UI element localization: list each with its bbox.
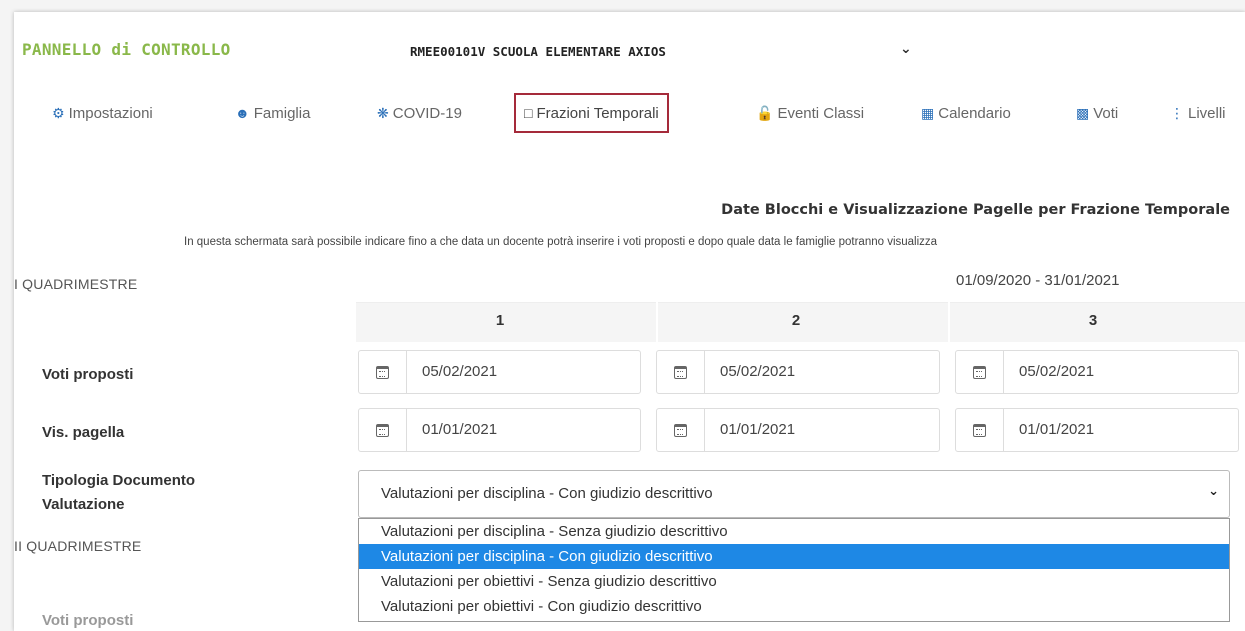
list-icon: ⋮: [1170, 104, 1184, 121]
column-number: 3: [1088, 312, 1098, 329]
date-value: 05/02/2021: [1019, 363, 1095, 380]
cogs-icon: ⚙: [52, 104, 65, 121]
nav-item-famiglia[interactable]: ☻ Famiglia: [235, 96, 310, 130]
page-frame: PANNELLO di CONTROLLO RMEE00101V SCUOLA …: [14, 12, 1245, 631]
voti-proposti-date-1[interactable]: 05/02/2021: [358, 350, 641, 394]
nav-item-eventi-classi[interactable]: 🔓 Eventi Classi: [756, 96, 864, 130]
voti-proposti-date-3[interactable]: 05/02/2021: [955, 350, 1239, 394]
dropdown-option[interactable]: Valutazioni per obiettivi - Senza giudiz…: [359, 569, 1229, 594]
nav-item-label: Voti: [1093, 104, 1119, 122]
calendar-icon[interactable]: [657, 409, 705, 451]
date-value: 05/02/2021: [422, 363, 498, 380]
school-selector[interactable]: RMEE00101V SCUOLA ELEMENTARE AXIOS ⌄: [410, 40, 925, 64]
dropdown-option[interactable]: Valutazioni per disciplina - Senza giudi…: [359, 519, 1229, 544]
section-title: Date Blocchi e Visualizzazione Pagelle p…: [721, 202, 1230, 218]
date-value: 01/01/2021: [720, 421, 796, 438]
voti-proposti-label: Voti proposti: [42, 612, 134, 629]
nav-item-impostazioni[interactable]: ⚙ Impostazioni: [52, 96, 153, 130]
nav-item-livelli[interactable]: ⋮ Livelli: [1170, 96, 1226, 130]
chevron-down-icon: ⌄: [1208, 483, 1219, 498]
vis-pagella-date-2[interactable]: 01/01/2021: [656, 408, 940, 452]
vis-pagella-date-1[interactable]: 01/01/2021: [358, 408, 641, 452]
calendar-icon: ▦: [921, 104, 935, 121]
tipologia-select[interactable]: Valutazioni per disciplina - Con giudizi…: [358, 470, 1230, 518]
period-label: I QUADRIMESTRE: [14, 276, 138, 292]
section-description: In questa schermata sarà possibile indic…: [184, 236, 938, 248]
period-range: 01/09/2020 - 31/01/2021: [956, 272, 1120, 289]
column-number: 2: [791, 312, 801, 329]
users-icon: ☻: [235, 105, 250, 121]
period-label: II QUADRIMESTRE: [14, 538, 142, 554]
voti-proposti-label: Voti proposti: [42, 366, 134, 383]
voti-proposti-date-2[interactable]: 05/02/2021: [656, 350, 940, 394]
nav-item-covid[interactable]: ❋ COVID-19: [377, 96, 462, 130]
chevron-down-icon: ⌄: [900, 40, 912, 56]
calendar-icon[interactable]: [657, 351, 705, 393]
calendar-icon[interactable]: [956, 351, 1004, 393]
nav-item-calendario[interactable]: ▦ Calendario: [921, 96, 1011, 130]
table-icon: ▩: [1076, 104, 1090, 121]
select-value: Valutazioni per disciplina - Con giudizi…: [381, 485, 713, 502]
tipologia-label-line2: Valutazione: [42, 496, 125, 513]
period2-row: Voti proposti: [14, 608, 1245, 631]
nav-item-label: Calendario: [938, 104, 1011, 122]
tipologia-dropdown: Valutazioni per disciplina - Senza giudi…: [358, 518, 1230, 622]
calendar-icon[interactable]: [359, 351, 407, 393]
nav-item-voti[interactable]: ▩ Voti: [1076, 96, 1118, 130]
dropdown-option-selected[interactable]: Valutazioni per disciplina - Con giudizi…: [359, 544, 1229, 569]
nav-item-label: Eventi Classi: [777, 104, 865, 122]
tipologia-label-line1: Tipologia Documento: [42, 472, 196, 489]
column-number: 1: [495, 312, 505, 329]
date-value: 01/01/2021: [1019, 421, 1095, 438]
nav-item-label: COVID-19: [392, 104, 462, 122]
nav-item-label: Famiglia: [253, 104, 311, 122]
calendar-icon[interactable]: [359, 409, 407, 451]
calendar-icon[interactable]: [956, 409, 1004, 451]
nav-item-label: Frazioni Temporali: [536, 104, 659, 122]
virus-icon: ❋: [377, 104, 389, 121]
vis-pagella-label: Vis. pagella: [42, 424, 125, 441]
unlock-icon: 🔓: [756, 104, 774, 121]
nav-item-label: Livelli: [1188, 104, 1226, 122]
settings-nav: ⚙ Impostazioni ☻ Famiglia ❋ COVID-19 □ F…: [14, 93, 1245, 140]
school-name: RMEE00101V SCUOLA ELEMENTARE AXIOS: [410, 44, 666, 59]
date-value: 05/02/2021: [720, 363, 796, 380]
panel-title: PANNELLO di CONTROLLO: [22, 40, 231, 59]
calendar-outline-icon: □: [524, 105, 533, 121]
date-value: 01/01/2021: [422, 421, 498, 438]
nav-item-frazioni-temporali[interactable]: □ Frazioni Temporali: [514, 93, 669, 133]
nav-item-label: Impostazioni: [68, 104, 153, 122]
vis-pagella-date-3[interactable]: 01/01/2021: [955, 408, 1239, 452]
